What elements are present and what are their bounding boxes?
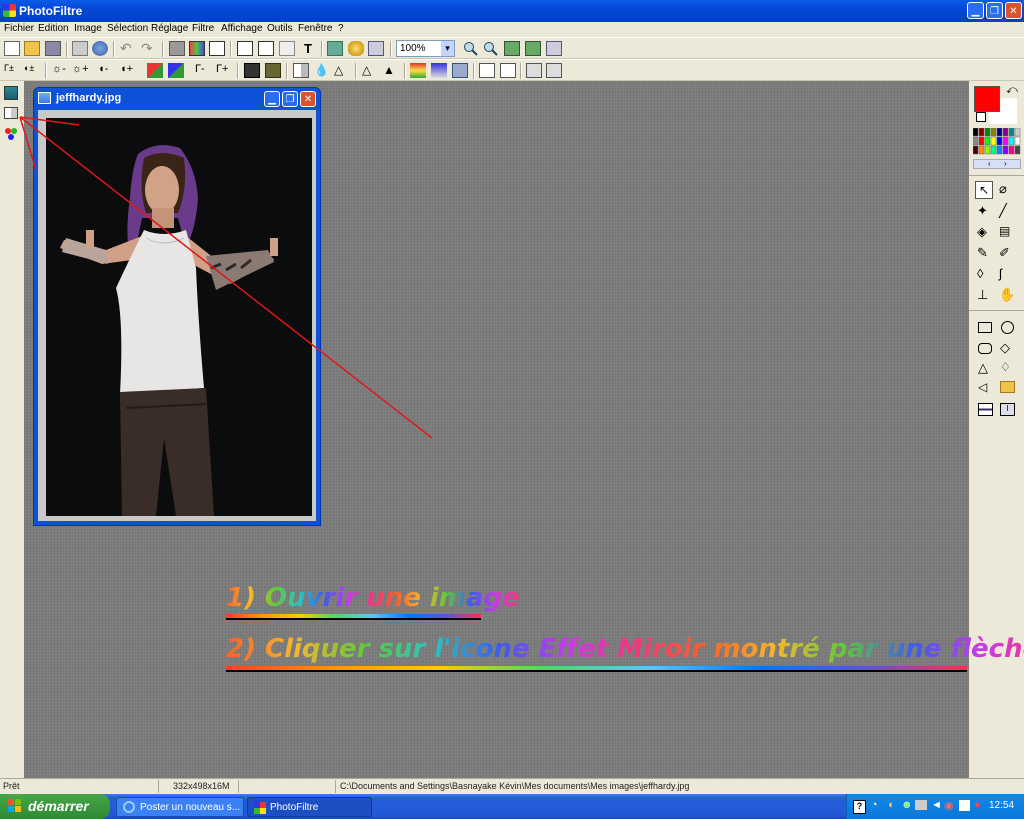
- speaker-icon[interactable]: ◄: [931, 799, 942, 811]
- red-arrow: [19, 116, 433, 439]
- system-tray: ? ◔ ◖ ☻ ◄ ◉ ● 12:54: [846, 794, 1024, 819]
- status-filepath: C:\Documents and Settings\Basnayake Kévi…: [340, 781, 690, 791]
- start-label: démarrer: [28, 798, 89, 814]
- tray-app-icon[interactable]: [959, 800, 970, 811]
- task-label-photofiltre: PhotoFiltre: [270, 802, 319, 813]
- status-state: Prêt: [3, 781, 20, 791]
- antivirus-icon[interactable]: ◉: [944, 799, 954, 812]
- security-icon[interactable]: ●: [974, 799, 981, 811]
- instruction-step1: 1) Ouvrir une image: [226, 583, 520, 613]
- task-button-ie[interactable]: Poster un nouveau s...: [116, 797, 244, 817]
- bluetooth-icon[interactable]: ◖: [887, 799, 894, 811]
- taskbar: démarrer Poster un nouveau s... PhotoFil…: [0, 794, 1024, 819]
- status-dimensions: 332x498x16M: [173, 781, 230, 791]
- monitor-icon[interactable]: [915, 800, 927, 810]
- windows-logo-icon: [8, 799, 22, 813]
- help-icon[interactable]: ?: [853, 800, 866, 814]
- clock: 12:54: [989, 800, 1015, 811]
- task-label-ie: Poster un nouveau s...: [140, 802, 241, 813]
- photofiltre-icon: [254, 802, 266, 814]
- messenger-icon[interactable]: ☻: [901, 799, 913, 811]
- task-button-photofiltre[interactable]: PhotoFiltre: [247, 797, 372, 817]
- start-button[interactable]: démarrer: [0, 794, 110, 819]
- instruction-step2: 2) Cliquer sur l'icone Effet Miroir mont…: [226, 634, 1024, 664]
- status-bar: Prêt 332x498x16M C:\Documents and Settin…: [0, 778, 1024, 794]
- network-icon[interactable]: ◔: [871, 799, 878, 811]
- ie-icon: [123, 801, 135, 813]
